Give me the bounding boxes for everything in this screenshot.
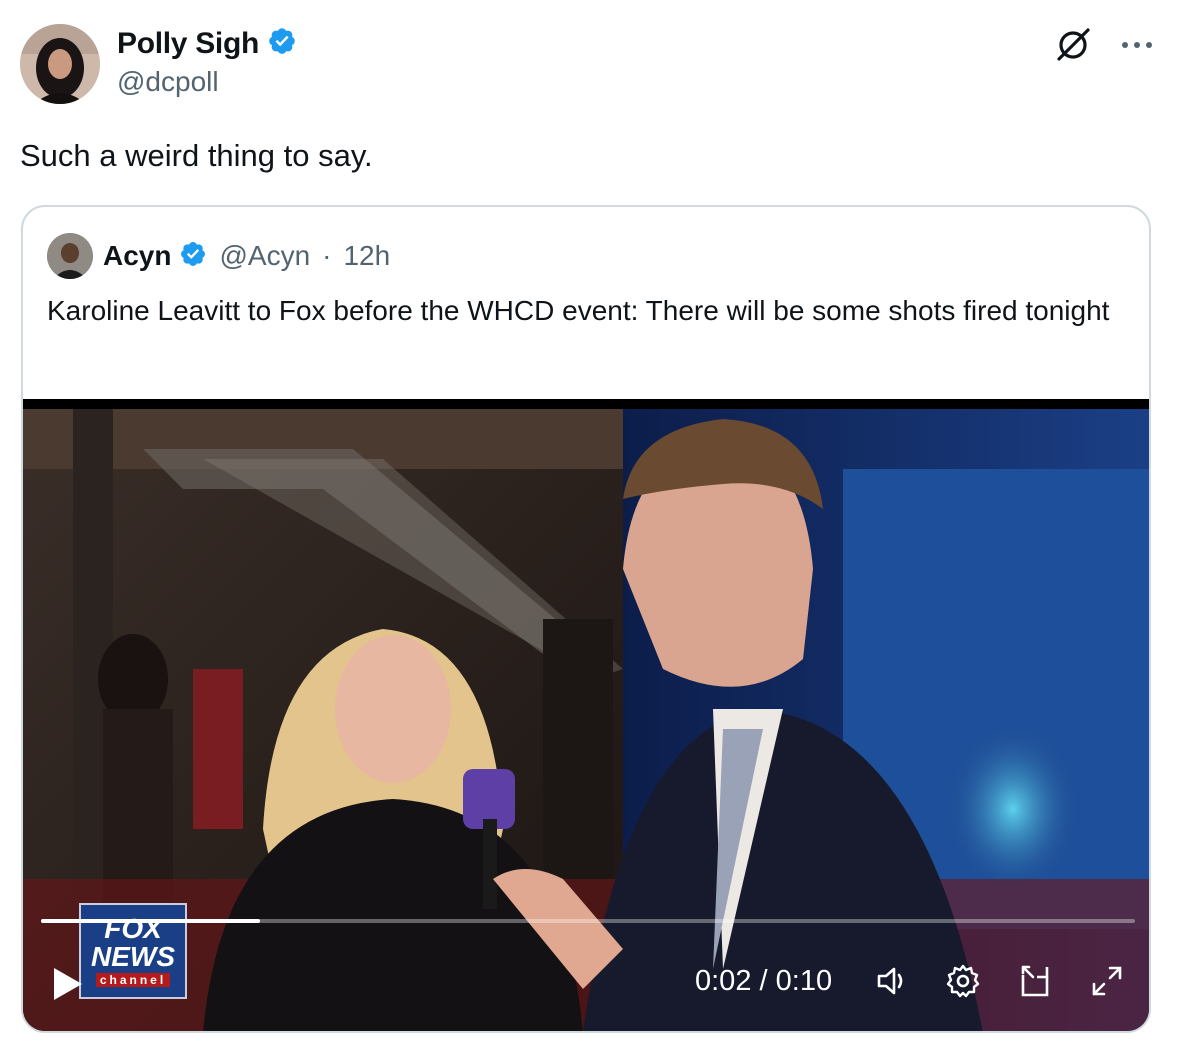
quoted-post-text: Karoline Leavitt to Fox before the WHCD …	[47, 295, 1110, 326]
more-icon[interactable]	[1120, 38, 1154, 56]
quoted-author-handle[interactable]: @Acyn	[219, 240, 310, 272]
video-time: 0:02 / 0:10	[695, 965, 832, 998]
fullscreen-icon[interactable]	[1089, 963, 1125, 1004]
quoted-timestamp[interactable]: 12h	[343, 240, 390, 272]
author-name[interactable]: Polly Sigh	[117, 27, 259, 61]
current-time: 0:02	[695, 965, 752, 997]
video-controls: 0:02 / 0:10	[23, 959, 1149, 1009]
video-player[interactable]: FOX NEWS channel 0:02 / 0:10	[23, 399, 1149, 1031]
post-text: Such a weird thing to say.	[20, 138, 373, 173]
grok-icon[interactable]	[1054, 24, 1094, 69]
author-avatar[interactable]	[20, 24, 100, 104]
quoted-author-name[interactable]: Acyn	[103, 240, 171, 272]
verified-badge-icon	[267, 26, 297, 61]
picture-in-picture-icon[interactable]	[1017, 963, 1053, 1004]
settings-icon[interactable]	[945, 963, 981, 1004]
volume-icon[interactable]	[875, 963, 911, 1004]
quoted-post-card[interactable]: Acyn @Acyn · 12h Karoline Leavitt to Fox…	[21, 205, 1151, 1033]
author-name-row: Polly Sigh	[117, 26, 297, 61]
play-icon[interactable]	[51, 965, 85, 1008]
video-frame	[23, 409, 1149, 1031]
quoted-post-header: Acyn @Acyn · 12h	[47, 233, 390, 279]
progress-bar[interactable]	[41, 919, 1135, 923]
author-handle[interactable]: @dcpoll	[117, 66, 219, 98]
post-actions	[1054, 24, 1154, 69]
duration: 0:10	[775, 965, 833, 997]
time-separator: /	[759, 965, 768, 997]
progress-bar-fill	[41, 919, 260, 923]
verified-badge-icon	[179, 240, 207, 273]
quoted-author-avatar[interactable]	[47, 233, 93, 279]
dot-separator: ·	[322, 240, 332, 271]
